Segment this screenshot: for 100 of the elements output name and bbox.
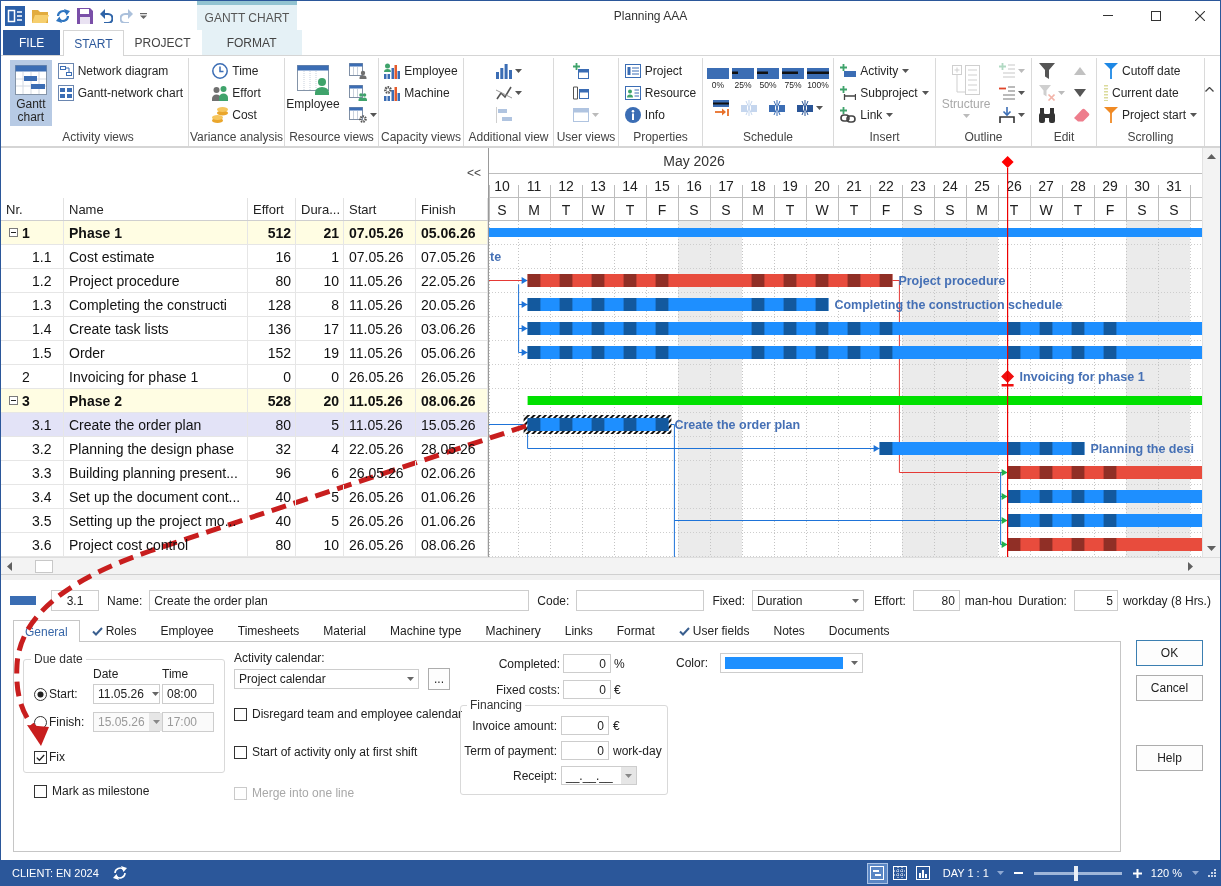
progress-button[interactable]: 0%	[707, 68, 729, 90]
day-number: 15	[654, 178, 670, 194]
zoom-in-icon[interactable]	[1132, 868, 1142, 878]
machine-capacity-button[interactable]: Machine	[381, 82, 461, 104]
sync-icon[interactable]	[112, 866, 127, 880]
duration-field[interactable]: 5	[1073, 590, 1118, 611]
view-button[interactable]	[913, 863, 933, 883]
column-header[interactable]: Nr.	[1, 198, 64, 220]
table-row[interactable]: 3 Phase 2 528 20 11.05.26 08.06.26	[1, 389, 488, 413]
collapse-icon[interactable]	[9, 228, 18, 237]
date-field[interactable]: __.__.__	[561, 766, 637, 785]
employee-view-button[interactable]: Employee	[283, 60, 343, 126]
day-number: 29	[1102, 178, 1118, 194]
detail-tab[interactable]: Notes	[761, 620, 817, 641]
ribbon-tab[interactable]: FORMAT	[201, 30, 302, 55]
undo-icon[interactable]	[100, 8, 113, 23]
ribbon-tab[interactable]: START	[63, 30, 124, 56]
effort-field[interactable]: 80	[912, 590, 960, 611]
confirm-button[interactable]: OK	[1136, 640, 1203, 666]
number-field[interactable]: 0	[563, 654, 611, 673]
collapse-icon[interactable]	[9, 396, 18, 405]
scale-label: DAY 1 : 1	[942, 867, 989, 879]
insert-subproject-button[interactable]: Subproject	[837, 82, 932, 104]
table-row[interactable]: 1.5 Order 152 19 11.05.26 05.06.26	[1, 341, 488, 365]
color-dropdown[interactable]	[720, 653, 863, 673]
fixed-dropdown[interactable]: Duration	[752, 590, 865, 611]
eraser-icon	[1073, 108, 1090, 122]
cost-button[interactable]: Cost	[209, 104, 264, 126]
gantt-chart-button[interactable]: Gantt chart	[10, 60, 52, 126]
weekday-label: S	[721, 202, 731, 218]
help-button[interactable]: Help	[1136, 745, 1203, 771]
insert-link-button[interactable]: Link	[837, 104, 932, 126]
scroll-left-icon[interactable]	[7, 561, 12, 571]
detail-tab[interactable]: Documents	[816, 620, 902, 641]
scroll-up-icon[interactable]	[1207, 154, 1216, 159]
table-row[interactable]: 1.1 Cost estimate 16 1 07.05.26 07.05.26	[1, 245, 488, 269]
column-header[interactable]: Start	[344, 198, 416, 220]
schedule-button[interactable]	[794, 97, 826, 119]
schedule-button[interactable]	[710, 97, 732, 119]
slider-thumb[interactable]	[1074, 865, 1079, 881]
column-header[interactable]: Effort	[248, 198, 296, 220]
tree-structure-icon	[952, 65, 980, 95]
view-button[interactable]	[890, 863, 910, 883]
checkbox[interactable]	[234, 745, 247, 759]
table-row[interactable]: 1.3 Completing the constructi 128 8 11.05.26 20.05.26	[1, 293, 488, 317]
scroll-down-icon[interactable]	[1207, 546, 1216, 551]
add-bracket-icon	[840, 86, 857, 100]
insert-activity-button[interactable]: Activity	[837, 60, 932, 82]
progress-button[interactable]: 100%	[807, 68, 829, 90]
cancel-button[interactable]: Cancel	[1136, 675, 1203, 701]
day-number: 30	[1134, 178, 1150, 194]
code-field[interactable]	[576, 590, 705, 611]
collapse-ribbon-icon[interactable]	[1205, 87, 1214, 92]
gantt-network-button[interactable]: Gantt-network chart	[54, 82, 186, 104]
ribbon-tab[interactable]: PROJECT	[123, 30, 202, 55]
save-icon[interactable]	[77, 7, 93, 24]
progress-button[interactable]: 25%	[732, 68, 754, 90]
progress-button[interactable]: 75%	[782, 68, 804, 90]
detail-tab[interactable]: Format	[604, 620, 667, 641]
employee-capacity-button[interactable]: Employee	[381, 60, 461, 82]
progress-button[interactable]: 50%	[757, 68, 779, 90]
table-row[interactable]: 1.2 Project procedure 80 10 11.05.26 22.05.26	[1, 269, 488, 293]
checkbox[interactable]	[34, 784, 47, 798]
day-number: 14	[622, 178, 638, 194]
number-field[interactable]: 0	[561, 741, 609, 760]
day-number: 16	[686, 178, 702, 194]
table-cell: 03.06.26	[416, 317, 488, 340]
column-header[interactable]: Finish	[416, 198, 488, 220]
table-row[interactable]: 1 Phase 1 512 21 07.05.26 05.06.26	[1, 221, 488, 245]
effort-button[interactable]: Effort	[209, 82, 264, 104]
resource-button[interactable]: Resource	[621, 82, 700, 104]
vertical-scrollbar[interactable]	[1202, 148, 1220, 557]
color-swatch-icon	[725, 657, 843, 669]
checkbox[interactable]	[34, 750, 47, 764]
scroll-right-icon[interactable]	[1188, 561, 1193, 571]
table-row[interactable]: 1.4 Create task lists 136 17 11.05.26 03.06.26	[1, 317, 488, 341]
column-header[interactable]: Name	[64, 198, 248, 220]
view-button[interactable]	[867, 863, 887, 883]
project-button[interactable]: Project	[621, 60, 700, 82]
day-number: 27	[1038, 178, 1054, 194]
table-cell: 26.05.26	[416, 365, 488, 388]
column-header[interactable]: Dura...	[296, 198, 344, 220]
number-field[interactable]: 0	[563, 680, 611, 699]
detail-tab[interactable]: User fields	[666, 620, 762, 641]
file-tab[interactable]: FILE	[3, 30, 61, 55]
dropdown-caret-icon[interactable]	[1192, 871, 1199, 875]
customize-menu-icon[interactable]	[140, 12, 147, 19]
info-button[interactable]: Info	[621, 104, 700, 126]
current-date-button[interactable]: Current date	[1101, 82, 1200, 104]
refresh-icon[interactable]	[56, 7, 70, 24]
number-field[interactable]: 0	[561, 716, 609, 735]
cutoff-date-button[interactable]: Cutoff date	[1101, 60, 1200, 82]
dropdown-caret-icon[interactable]	[996, 871, 1004, 875]
detail-tab[interactable]: Links	[552, 620, 605, 641]
field-label: Code:	[537, 593, 570, 608]
network-diagram-button[interactable]: Network diagram	[54, 60, 186, 82]
collapse-pane-button[interactable]: <<	[464, 164, 484, 182]
project-start-button[interactable]: Project start	[1101, 104, 1200, 126]
weekday-label: F	[1105, 202, 1115, 218]
time-button[interactable]: Time	[209, 60, 264, 82]
